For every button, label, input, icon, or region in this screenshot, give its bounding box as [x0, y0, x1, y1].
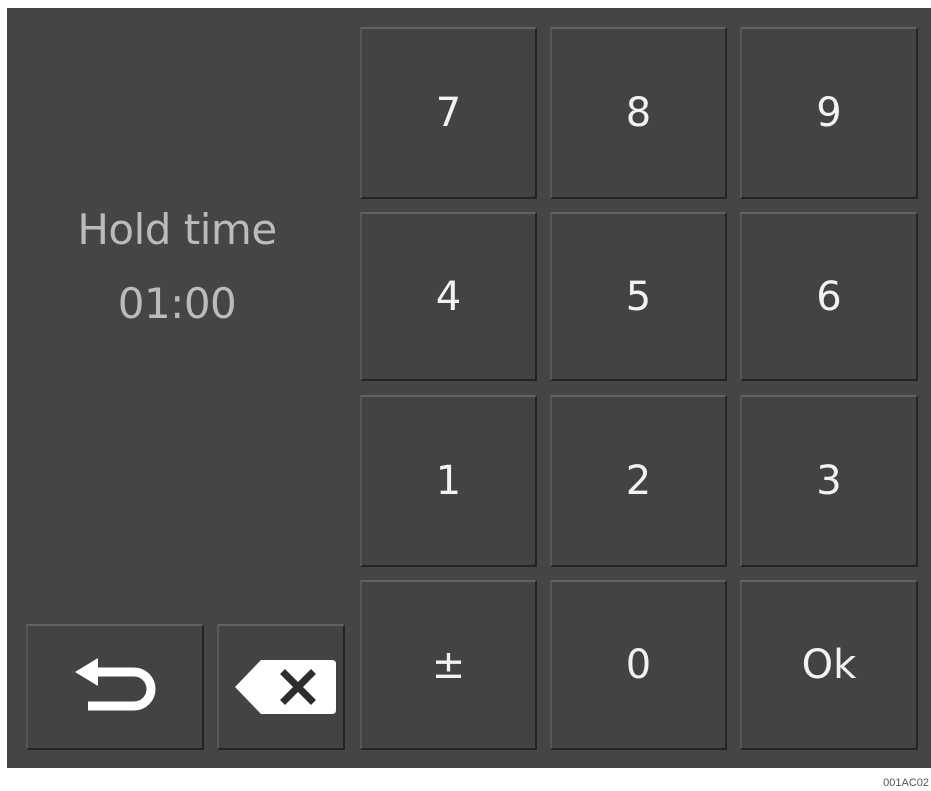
plus-minus-button[interactable]: ±: [360, 580, 537, 750]
key-6-button[interactable]: 6: [740, 212, 918, 381]
key-6-label: 6: [816, 273, 842, 320]
key-7-label: 7: [435, 90, 462, 136]
key-9-label: 9: [816, 90, 842, 136]
backspace-clear-icon: [235, 660, 336, 714]
key-5-button[interactable]: 5: [550, 212, 727, 381]
key-8-button[interactable]: 8: [550, 27, 727, 199]
back-button[interactable]: [26, 624, 204, 750]
plus-minus-label: ±: [431, 642, 466, 688]
key-1-button[interactable]: 1: [360, 395, 537, 567]
ok-button[interactable]: Ok: [740, 580, 918, 750]
key-4-button[interactable]: 4: [360, 212, 537, 381]
key-5-label: 5: [625, 273, 652, 320]
ok-label: Ok: [801, 642, 857, 688]
key-4-label: 4: [435, 273, 462, 320]
key-7-button[interactable]: 7: [360, 27, 537, 199]
key-2-button[interactable]: 2: [550, 395, 727, 567]
key-8-label: 8: [625, 90, 652, 136]
key-1-label: 1: [435, 458, 462, 504]
hold-time-value: 01:00: [117, 279, 237, 328]
back-arrow-icon: [75, 658, 156, 711]
key-3-label: 3: [816, 458, 842, 504]
hold-time-label: Hold time: [77, 205, 277, 254]
key-2-label: 2: [625, 458, 652, 504]
key-3-button[interactable]: 3: [740, 395, 918, 567]
figure-reference-code: 001AC02: [883, 777, 929, 789]
key-9-button[interactable]: 9: [740, 27, 918, 199]
backspace-button[interactable]: [217, 624, 345, 750]
key-0-button[interactable]: 0: [550, 580, 727, 750]
key-0-label: 0: [625, 642, 652, 688]
